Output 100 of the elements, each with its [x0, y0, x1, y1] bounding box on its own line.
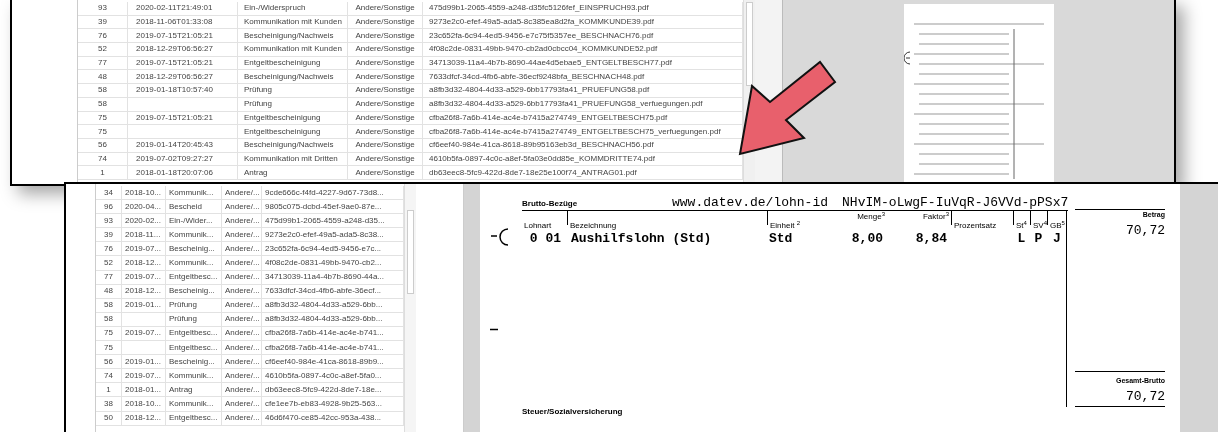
- table-cell: Andere/Sonstige: [355, 70, 415, 83]
- table-cell: cfe1ee7b-eb83-4928-9b25-563...: [265, 397, 382, 410]
- url-text: www.datev.de/lohn-id: [672, 196, 829, 210]
- table-cell: Kommunik...: [169, 257, 214, 269]
- section-label: Steuer/Sozialversicherung: [522, 407, 624, 417]
- table-cell: Prüfung: [244, 98, 273, 111]
- table-cell: Andere/Sonstige: [355, 98, 415, 111]
- table-cell: Andere/...: [225, 341, 260, 354]
- table-cell: Kommunikation mit Dritten: [244, 152, 338, 165]
- table-cell: Entgeltbesc...: [169, 412, 218, 425]
- table-cell: 58: [98, 84, 107, 97]
- table-cell: Ein-/Widerspruch: [244, 2, 306, 15]
- table-cell: Andere/...: [225, 200, 260, 213]
- column-header: SV$^{4}$: [1032, 221, 1047, 230]
- table-cell: 4610b5fa-0897-4c0c-a8ef-5fa0...: [265, 369, 382, 382]
- table-cell: 58: [104, 299, 113, 312]
- table-cell: Bescheinig...: [169, 355, 215, 368]
- table-cell: 93: [98, 2, 107, 15]
- table-cell: Entgeltbesc...: [169, 341, 218, 354]
- table-cell: 9cde666c-f4fd-4227-9d67-73d8...: [265, 186, 384, 199]
- table-cell: Bescheinigung/Nachweis: [244, 29, 334, 42]
- table-cell: Andere/Sonstige: [355, 2, 415, 15]
- arrow-icon: [738, 58, 838, 156]
- column-header: Menge$^{3}$: [856, 211, 886, 223]
- table-cell: Andere/...: [225, 257, 260, 269]
- table-cell: 2020-02-11T21:49:01: [136, 2, 213, 15]
- table-cell: a8fb3d32-4804-4d33-a529-6bb17793fa41_PRUEFUNG58.pdf: [429, 84, 650, 97]
- table-cell: Entgeltbescheinigung: [244, 125, 321, 138]
- table-cell: Ein-/Wider...: [169, 214, 213, 227]
- table-cell: 7633dfcf-34cd-4fb6-abfe-36ecf9248bfa_BESCHNACH48.pdf: [429, 70, 645, 83]
- table-cell: 48: [104, 285, 113, 298]
- table-cell: Antrag: [169, 383, 193, 396]
- table-cell: Andere/Sonstige: [355, 84, 415, 97]
- table-cell: 8,84: [915, 231, 947, 246]
- table-cell: 4f08c2de-0831-49bb-9470-cb2ad0cbcc04_KOMMKUNDE52.pdf: [429, 43, 658, 56]
- table-cell: 2018-01...: [125, 383, 162, 396]
- table-cell: cfba26f8-7a6b-414e-ac4e-b7415a274749_ENTGELTBESCH75.pdf: [429, 111, 668, 124]
- table-cell: Kommunikation mit Kunden: [244, 43, 342, 56]
- table-cell: Andere/...: [225, 383, 260, 396]
- table-cell: Andere/...: [225, 228, 260, 241]
- table-cell: Bescheinig...: [169, 242, 215, 255]
- table-cell: 2019-07-15T21:05:21: [136, 111, 213, 124]
- table-cell: Bescheinigung/Nachweis: [244, 70, 334, 83]
- table-cell: cfba26f8-7a6b-414e-ac4e-b741...: [265, 327, 384, 340]
- table-cell: 34713039-11a4-4b7b-8690-44a...: [265, 271, 385, 284]
- table-cell: Andere/...: [225, 285, 260, 298]
- table-cell: cfba26f8-7a6b-414e-ac4e-b741...: [265, 341, 384, 354]
- table-cell: Andere/...: [225, 412, 260, 425]
- table-cell: Andere/...: [225, 186, 260, 199]
- table-cell: 75: [98, 125, 107, 138]
- table-cell: 2018-12...: [125, 285, 162, 298]
- table-cell: 9273e2c0-efef-49a5-ada5-8c385ea8d2fa_KOMMKUNDE39.pdf: [429, 16, 655, 29]
- table-cell: 77: [98, 57, 107, 70]
- table-cell: 2018-10...: [125, 397, 162, 410]
- column-header: GB$^{5}$: [1049, 221, 1065, 230]
- table-cell: 74: [98, 152, 107, 165]
- table-cell: Prüfung: [169, 313, 198, 326]
- table-cell: 2018-11-06T01:33:08: [136, 16, 213, 29]
- table-cell: Andere/...: [225, 214, 260, 227]
- table-cell: Andere/...: [225, 355, 260, 368]
- table-cell: 58: [104, 313, 113, 326]
- table-cell: 2018-12...: [125, 412, 162, 425]
- table-cell: 2019-07...: [125, 369, 162, 382]
- table-cell: 39: [98, 16, 107, 29]
- table-cell: 2019-07...: [125, 271, 162, 284]
- table-cell: cf6eef40-984e-41ca-8618-89b95163eb3d_BESCHNACH56.pdf: [429, 139, 654, 152]
- table-cell: db63eec8-5fc9-422d-8de7-18e25e100f74_ANTRAG01.pdf: [429, 166, 637, 179]
- table-cell: Andere/Sonstige: [355, 139, 415, 152]
- table-cell: Bescheinig...: [169, 285, 215, 298]
- table-cell: 2020-04...: [125, 200, 162, 213]
- table-cell: 9273e2c0-efef-49a5-ada5-8c38...: [265, 228, 384, 241]
- table-cell: 76: [98, 29, 107, 42]
- table-cell: Andere/Sonstige: [355, 166, 415, 179]
- table-cell: 52: [104, 257, 113, 269]
- table-cell: 7633dfcf-34cd-4fb6-abfe-36ecf...: [265, 285, 382, 298]
- table-cell: 75: [98, 111, 107, 124]
- column-header: Einheit $^{2}$: [769, 221, 801, 230]
- table-cell: Andere/Sonstige: [355, 125, 415, 138]
- table-cell: Antrag: [244, 166, 268, 179]
- table-cell: 52: [98, 43, 107, 56]
- table-cell: 50: [104, 412, 113, 425]
- table-cell: 2019-07...: [125, 327, 162, 340]
- table-cell: 56: [104, 355, 113, 368]
- table-cell: 75: [104, 341, 113, 354]
- table-cell: 56: [98, 139, 107, 152]
- table-cell: 34: [104, 186, 113, 199]
- table-cell: L: [1017, 231, 1026, 246]
- section-label: Brutto-Bezüge: [522, 198, 579, 210]
- table-cell: 58: [98, 98, 107, 111]
- code-text: NHvIM-oLwgF-IuVqR-J6VVd-pPSx7: [842, 196, 1069, 210]
- scrollbar-thumb[interactable]: [746, 2, 753, 86]
- table-cell: cfba26f8-7a6b-414e-ac4e-b7415a274749_ENTGELTBESCH75_verfuegungen.pdf: [429, 125, 721, 138]
- table-cell: J: [1053, 231, 1061, 246]
- table-cell: 2019-07-15T21:05:21: [136, 29, 213, 42]
- table-cell: 23c652fa-6c94-4ed5-9456-e7c...: [265, 242, 382, 255]
- table-cell: 475d99b1-2065-4559-a248-d35...: [265, 214, 385, 227]
- table-cell: 2020-02...: [125, 214, 162, 227]
- table-cell: Andere/Sonstige: [355, 29, 415, 42]
- scrollbar-thumb[interactable]: [407, 210, 414, 294]
- table-cell: Andere/...: [225, 327, 260, 340]
